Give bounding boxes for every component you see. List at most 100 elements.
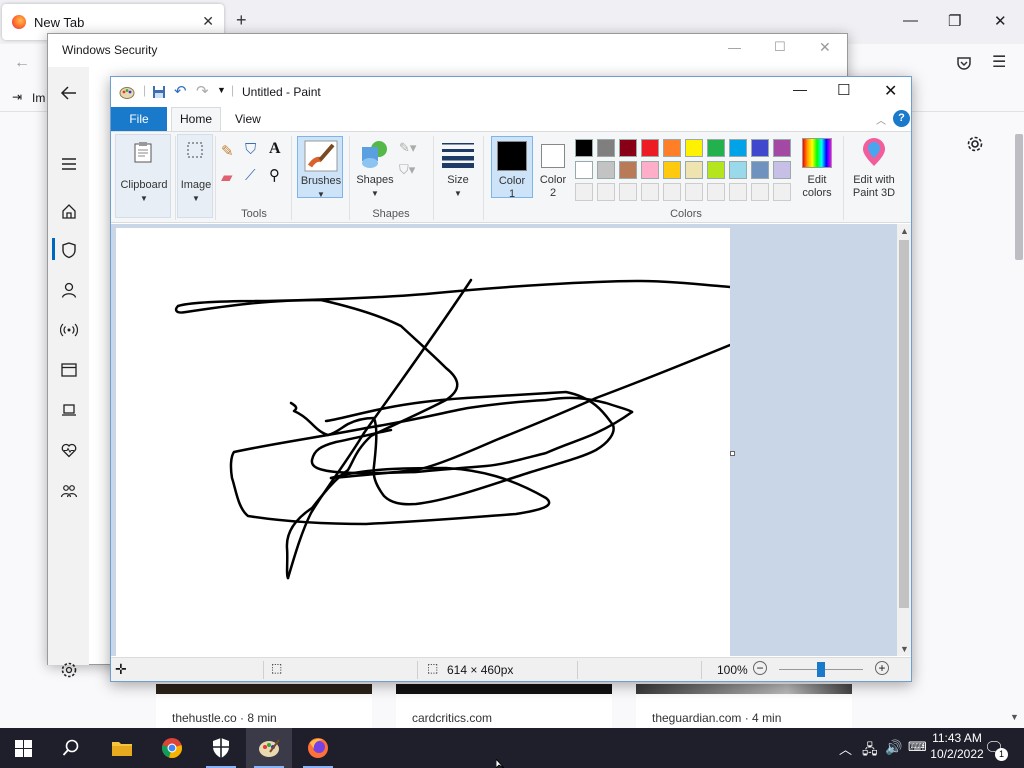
app-browser-icon[interactable] [60,361,78,379]
pocket-icon[interactable] [956,55,972,71]
palette-swatch[interactable] [663,183,681,201]
volume-icon[interactable]: 🔊 [885,739,902,756]
color2-button[interactable]: Color 2 [535,136,571,199]
palette-swatch[interactable] [619,183,637,201]
windows-security-app[interactable] [198,728,244,768]
palette-swatch[interactable] [619,161,637,179]
network-icon[interactable]: 🖧 [862,739,878,763]
image-button[interactable]: Image ▼ [177,134,213,218]
palette-swatch[interactable] [619,139,637,157]
color-picker-icon[interactable]: ⟋ [245,167,256,184]
close-icon[interactable]: ✕ [819,39,831,56]
size-button[interactable]: Size ▼ [439,136,477,198]
import-bookmarks-label[interactable]: Im [32,91,45,105]
clock[interactable]: 11:43 AM 10/2/2022 [930,731,984,761]
palette-swatch[interactable] [685,139,703,157]
app-menu-icon[interactable]: ☰ [992,52,1006,72]
page-scrollbar[interactable] [1012,116,1023,722]
start-icon[interactable] [15,740,32,757]
file-explorer-app[interactable] [99,728,145,768]
outline-icon[interactable]: ✎▾ [399,140,416,156]
customize-qat-icon[interactable]: ▼ [217,85,226,95]
close-icon[interactable]: ✕ [884,81,897,101]
scroll-thumb[interactable] [899,240,909,608]
close-window-icon[interactable]: ✕ [994,12,1007,30]
new-tab-icon[interactable]: + [236,10,247,31]
redo-icon[interactable]: ↷ [196,82,209,100]
text-icon[interactable]: A [269,140,281,158]
palette-swatch[interactable] [729,183,747,201]
resize-handle[interactable] [730,451,735,456]
scroll-down-icon[interactable]: ▼ [1010,712,1019,722]
tab-file[interactable]: File [111,107,167,131]
palette-swatch[interactable] [685,183,703,201]
palette-swatch[interactable] [707,183,725,201]
canvas-vertical-scrollbar[interactable]: ▲ ▼ [897,224,911,656]
input-indicator-icon[interactable]: ⌨ [908,739,927,755]
palette-swatch[interactable] [751,183,769,201]
palette-swatch[interactable] [751,161,769,179]
palette-swatch[interactable] [575,161,593,179]
family-icon[interactable] [60,482,78,500]
menu-icon[interactable] [60,155,78,173]
fill-icon[interactable]: ⛉ [245,141,256,158]
palette-swatch[interactable] [575,183,593,201]
paint-app[interactable] [246,728,292,768]
minimize-icon[interactable]: — [728,40,741,55]
save-icon[interactable] [152,85,166,99]
eraser-icon[interactable]: ▰ [221,168,233,186]
help-icon[interactable]: ? [893,110,910,127]
back-icon[interactable] [60,84,78,102]
palette-swatch[interactable] [729,139,747,157]
collapse-ribbon-icon[interactable]: ︿ [876,112,886,127]
minimize-icon[interactable]: — [903,12,918,29]
fill-shape-icon[interactable]: ⛉▾ [399,162,415,178]
tab-view[interactable]: View [235,107,261,131]
edit-colors-button[interactable]: Edit colors [795,136,839,199]
story-card[interactable]: thehustle.co · 8 min [156,684,372,728]
drawing-canvas[interactable] [116,228,732,656]
scroll-down-icon[interactable]: ▼ [900,644,909,654]
clipboard-button[interactable]: Clipboard ▼ [115,134,171,218]
show-hidden-icons[interactable]: ︿ [839,739,852,758]
edit-with-paint3d-button[interactable]: Edit with Paint 3D [845,136,903,199]
palette-swatch[interactable] [663,161,681,179]
health-icon[interactable] [60,441,78,459]
palette-swatch[interactable] [597,161,615,179]
search-icon[interactable] [62,739,80,757]
maximize-icon[interactable]: ☐ [837,81,850,99]
shapes-button[interactable]: Shapes ▼ [353,136,397,198]
firefox-app[interactable] [295,728,341,768]
palette-swatch[interactable] [663,139,681,157]
story-card[interactable]: cardcritics.com [396,684,612,728]
restore-icon[interactable]: ❐ [948,12,961,30]
close-tab-icon[interactable]: ✕ [202,13,214,30]
paint-app-icon[interactable] [119,84,135,100]
settings-icon[interactable] [60,661,78,679]
palette-swatch[interactable] [773,183,791,201]
palette-swatch[interactable] [641,161,659,179]
palette-swatch[interactable] [641,139,659,157]
pencil-icon[interactable]: ✎ [221,142,234,160]
palette-swatch[interactable] [597,139,615,157]
tab-home[interactable]: Home [171,107,221,132]
zoom-out-icon[interactable]: − [753,661,767,675]
palette-swatch[interactable] [685,161,703,179]
import-bookmarks-icon[interactable]: ⇥ [12,90,22,104]
palette-swatch[interactable] [773,161,791,179]
chrome-app[interactable] [149,728,195,768]
newtab-settings-icon[interactable] [966,135,984,153]
brushes-button[interactable]: Brushes ▼ [297,136,343,199]
palette-swatch[interactable] [575,139,593,157]
home-icon[interactable] [60,202,78,220]
palette-swatch[interactable] [597,183,615,201]
device-icon[interactable] [60,401,78,419]
zoom-slider-thumb[interactable] [817,662,825,677]
maximize-icon[interactable]: ☐ [774,39,786,55]
palette-swatch[interactable] [707,161,725,179]
palette-swatch[interactable] [773,139,791,157]
palette-swatch[interactable] [751,139,769,157]
story-card[interactable]: theguardian.com · 4 min [636,684,852,728]
palette-swatch[interactable] [641,183,659,201]
palette-swatch[interactable] [729,161,747,179]
